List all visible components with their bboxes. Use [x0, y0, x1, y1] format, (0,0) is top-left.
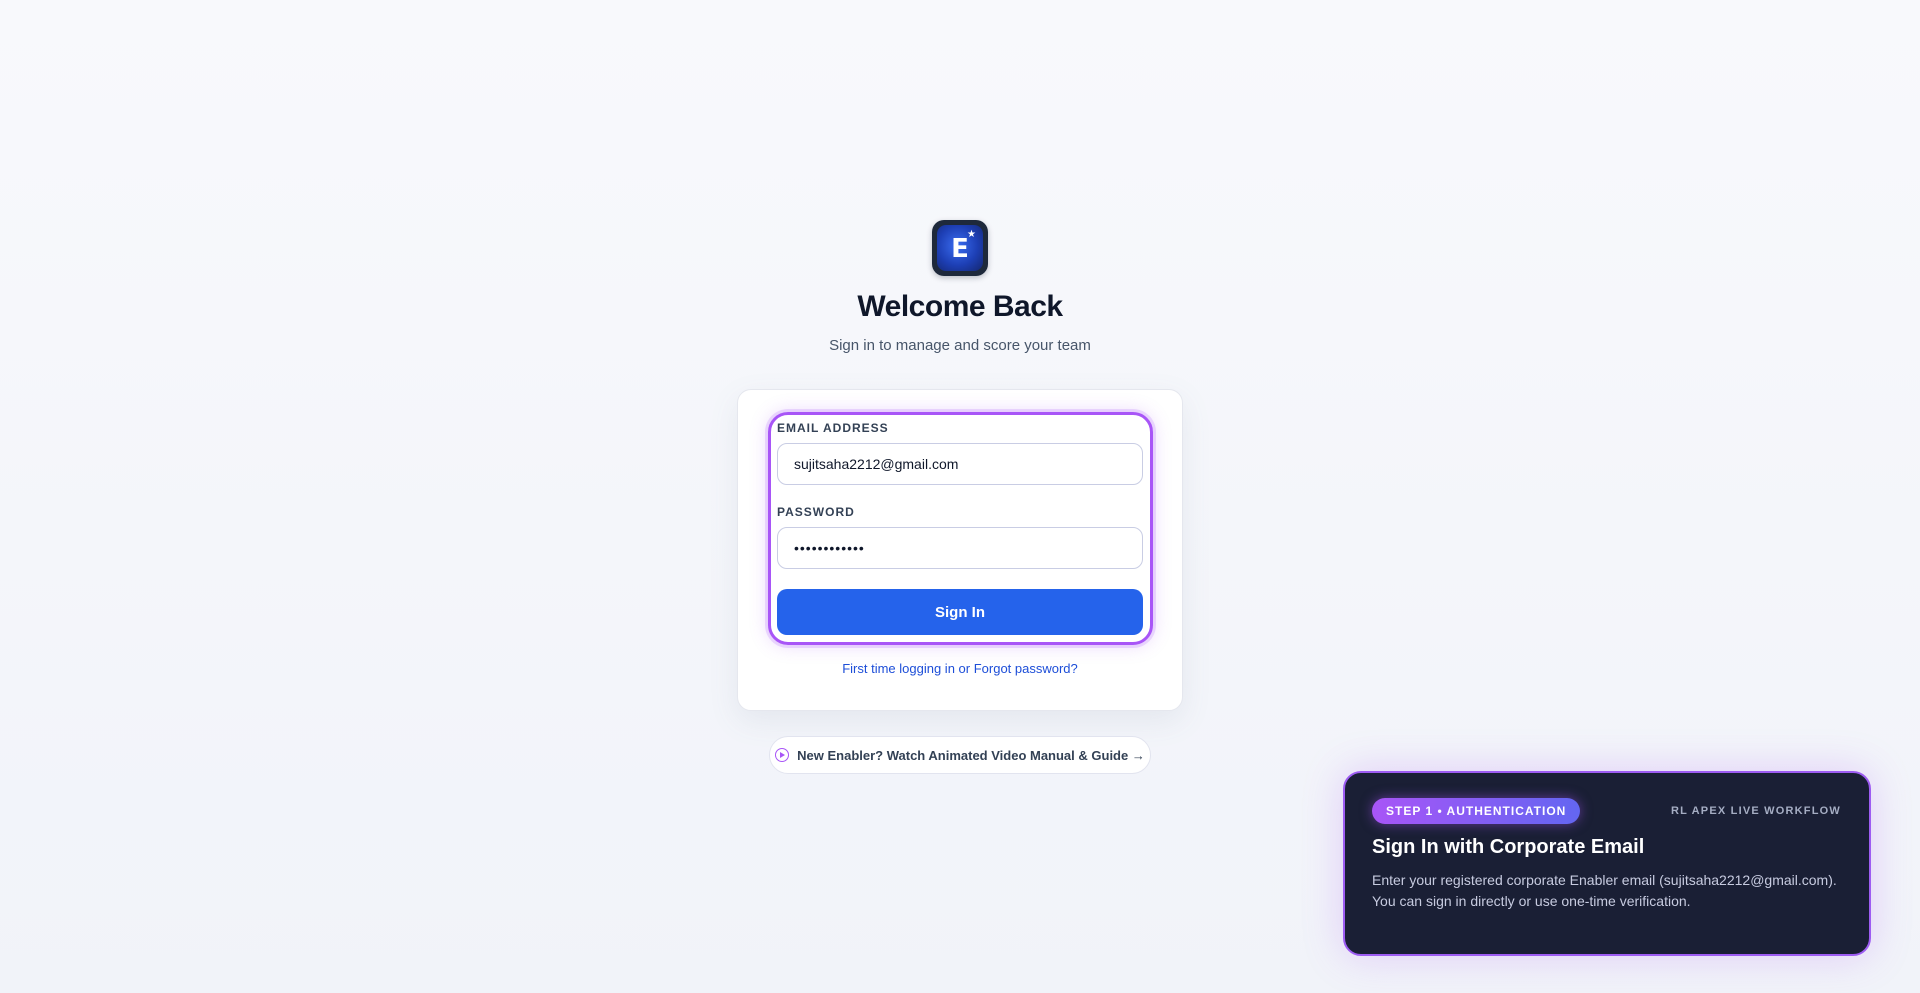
forgot-password-link[interactable]: First time logging in or Forgot password… — [0, 661, 1920, 676]
tour-description: Enter your registered corporate Enabler … — [1372, 872, 1837, 909]
sign-in-button[interactable]: Sign In — [777, 589, 1143, 635]
video-guide-label: New Enabler? Watch Animated Video Manual… — [797, 747, 1145, 763]
email-field[interactable]: sujitsaha2212@gmail.com — [777, 443, 1143, 485]
password-field[interactable]: •••••••••••• — [777, 527, 1143, 569]
password-label: PASSWORD — [777, 505, 855, 519]
page-subtitle: Sign in to manage and score your team — [829, 337, 1091, 354]
page-title: Welcome Back — [857, 290, 1063, 323]
star-icon: ★ — [967, 229, 976, 240]
step-badge: STEP 1 • AUTHENTICATION — [1372, 798, 1581, 824]
video-guide-button[interactable]: New Enabler? Watch Animated Video Manual… — [769, 736, 1151, 774]
tour-title: Sign In with Corporate Email — [1372, 836, 1645, 858]
password-value: •••••••••••• — [794, 540, 865, 556]
app-logo: E ★ — [932, 220, 988, 276]
workflow-tag: RL APEX LIVE WORKFLOW — [1670, 805, 1841, 817]
tour-popover: STEP 1 • AUTHENTICATION RL APEX LIVE WOR… — [1343, 771, 1871, 956]
login-page: E ★ Welcome Back Sign in to manage and s… — [0, 0, 1920, 993]
email-label: EMAIL ADDRESS — [777, 421, 889, 435]
play-circle-icon — [775, 748, 790, 762]
email-value: sujitsaha2212@gmail.com — [794, 456, 959, 472]
